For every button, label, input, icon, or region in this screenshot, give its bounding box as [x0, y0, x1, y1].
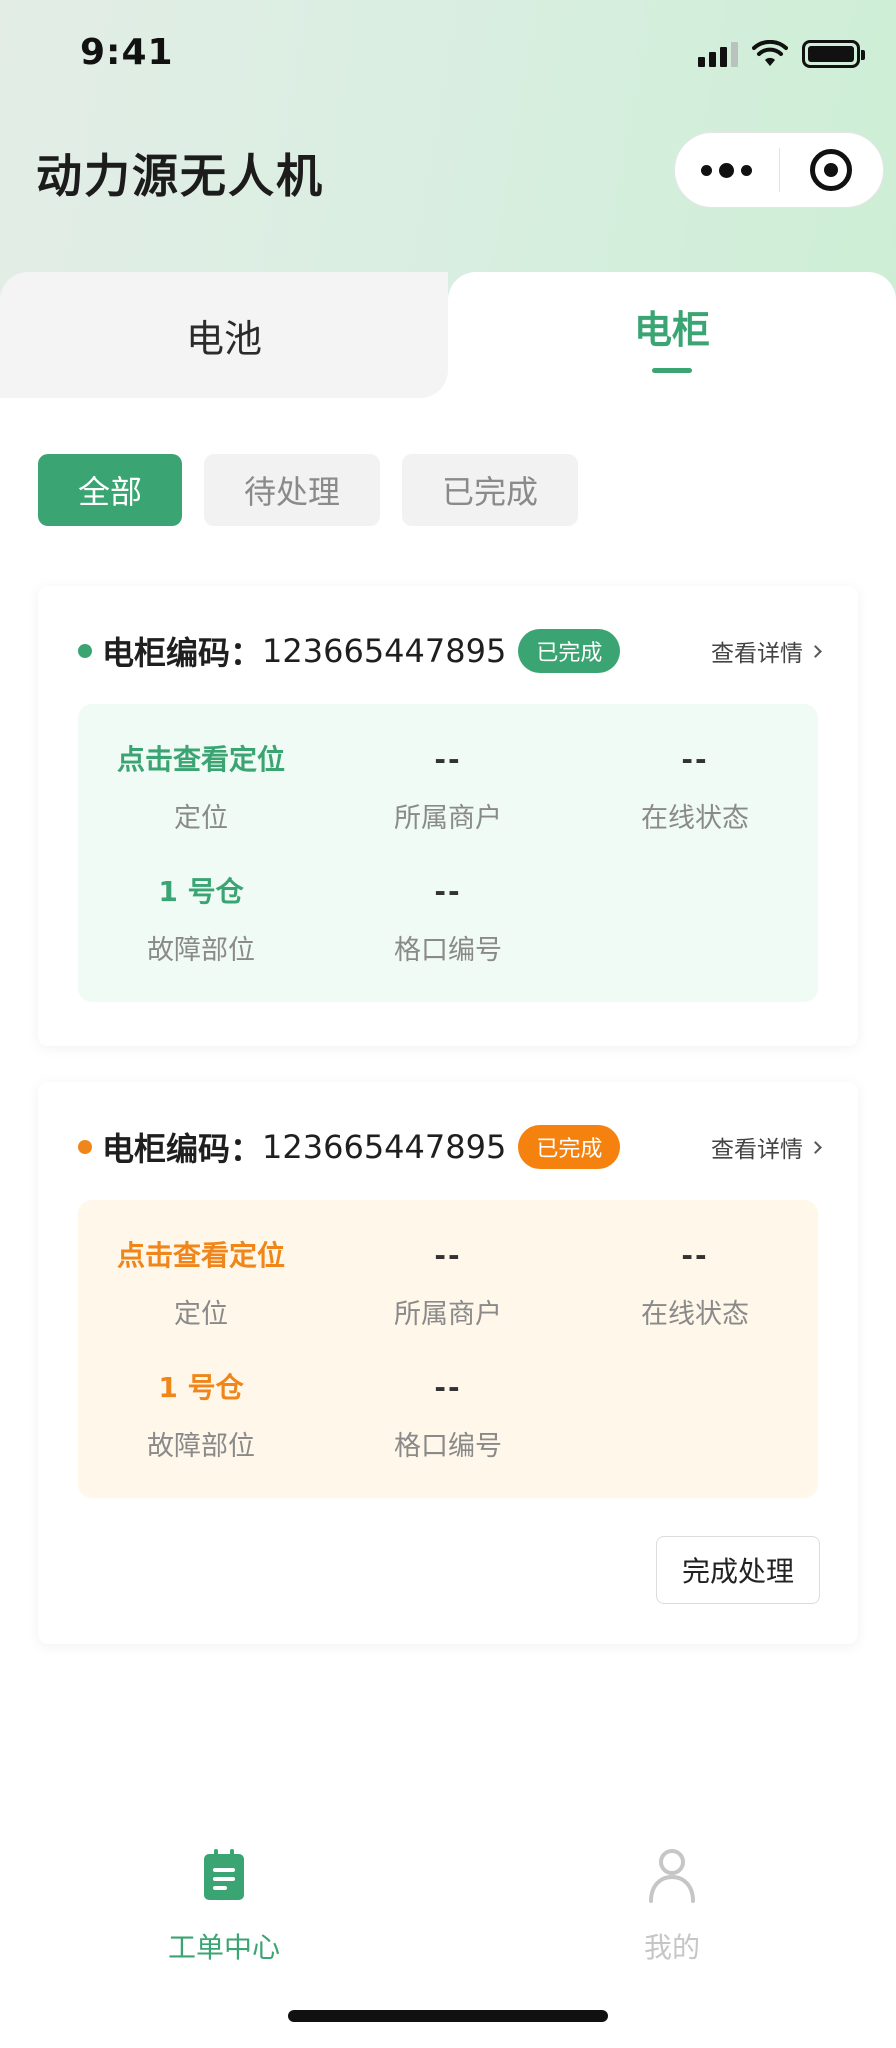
info-online-status: -- 在线状态	[572, 740, 818, 835]
info-slot-number: -- 格口编号	[325, 872, 571, 967]
slot-number-label: 格口编号	[394, 1431, 502, 1462]
info-online-status: -- 在线状态	[572, 1236, 818, 1331]
online-status-value: --	[681, 1239, 709, 1272]
view-details-label: 查看详情	[711, 1137, 803, 1163]
view-details-label: 查看详情	[711, 641, 803, 667]
category-tabs: 电池 电柜	[0, 272, 896, 400]
cabinet-code-label: 电柜编码：	[102, 634, 263, 672]
mini-program-capsule	[674, 132, 884, 208]
info-slot-number: -- 格口编号	[325, 1368, 571, 1463]
more-dots-icon	[701, 162, 753, 178]
cabinet-code: 电柜编码： 123665447895 已完成	[102, 628, 621, 674]
tab-cabinet[interactable]: 电柜	[448, 272, 896, 400]
complete-processing-button[interactable]: 完成处理	[656, 1536, 820, 1604]
filter-pending[interactable]: 待处理	[204, 454, 380, 526]
merchant-label: 所属商户	[394, 1299, 502, 1330]
tab-mine-label: 我的	[643, 1931, 700, 1964]
info-merchant: -- 所属商户	[325, 740, 571, 835]
slot-number-label: 格口编号	[394, 935, 502, 966]
info-location[interactable]: 点击查看定位 定位	[78, 1236, 324, 1331]
main-content: 全部 待处理 已完成 电柜编码： 123665447895 已完成 查看详情 点…	[0, 400, 896, 1800]
online-status-label: 在线状态	[641, 1299, 749, 1330]
online-status-value: --	[681, 743, 709, 776]
cellular-signal-icon	[698, 41, 738, 67]
app-title: 动力源无人机	[36, 149, 324, 203]
clipboard-icon	[204, 1849, 244, 1900]
close-miniprogram-button[interactable]	[780, 149, 884, 191]
wifi-icon	[752, 40, 788, 66]
work-order-card: 电柜编码： 123665447895 已完成 查看详情 点击查看定位 定位 --…	[38, 1082, 858, 1644]
slot-number-value: --	[434, 875, 462, 908]
fault-part-label: 故障部位	[147, 935, 255, 966]
merchant-value: --	[434, 743, 462, 776]
target-icon	[810, 149, 853, 191]
info-location[interactable]: 点击查看定位 定位	[78, 740, 324, 835]
cabinet-code-value: 123665447895	[262, 1128, 507, 1166]
card-header: 电柜编码： 123665447895 已完成 查看详情	[38, 1112, 858, 1182]
merchant-value: --	[434, 1239, 462, 1272]
status-dot	[78, 644, 92, 658]
card-info-panel: 点击查看定位 定位 -- 所属商户 -- 在线状态 1 号仓 故障部位 -- 格…	[78, 1200, 818, 1498]
card-header: 电柜编码： 123665447895 已完成 查看详情	[38, 616, 858, 686]
person-icon	[649, 1849, 695, 1903]
work-order-card: 电柜编码： 123665447895 已完成 查看详情 点击查看定位 定位 --…	[38, 586, 858, 1046]
cabinet-code-value: 123665447895	[262, 632, 507, 670]
cabinet-code-label: 电柜编码：	[102, 1130, 263, 1168]
active-tab-indicator	[652, 368, 692, 373]
status-time: 9:41	[80, 32, 174, 73]
card-info-panel: 点击查看定位 定位 -- 所属商户 -- 在线状态 1 号仓 故障部位 -- 格…	[78, 704, 818, 1002]
tab-battery[interactable]: 电池	[0, 272, 448, 398]
chevron-right-icon	[809, 644, 822, 658]
tab-work-order-center-label: 工单中心	[167, 1931, 280, 1964]
more-options-button[interactable]	[675, 162, 779, 178]
info-merchant: -- 所属商户	[325, 1236, 571, 1331]
location-label: 定位	[174, 1299, 228, 1330]
location-value[interactable]: 点击查看定位	[78, 740, 324, 780]
fault-part-value: 1 号仓	[158, 875, 244, 908]
status-dot	[78, 1140, 92, 1154]
home-indicator	[288, 2010, 608, 2022]
battery-icon	[802, 40, 865, 68]
chevron-right-icon	[809, 1140, 822, 1154]
status-bar: 9:41	[0, 0, 896, 110]
location-label: 定位	[174, 803, 228, 834]
fault-part-label: 故障部位	[147, 1431, 255, 1462]
status-filters: 全部 待处理 已完成	[38, 454, 578, 526]
tab-work-order-center[interactable]: 工单中心	[0, 1840, 448, 1966]
view-details-link[interactable]: 查看详情	[711, 634, 822, 668]
tab-cabinet-label: 电柜	[633, 308, 710, 352]
slot-number-value: --	[434, 1371, 462, 1404]
fault-part-value: 1 号仓	[158, 1371, 244, 1404]
info-fault-part: 1 号仓 故障部位	[78, 1368, 324, 1463]
status-badge: 已完成	[518, 1125, 621, 1169]
filter-completed[interactable]: 已完成	[402, 454, 578, 526]
cabinet-code: 电柜编码： 123665447895 已完成	[102, 1124, 621, 1170]
info-fault-part: 1 号仓 故障部位	[78, 872, 324, 967]
view-details-link[interactable]: 查看详情	[711, 1130, 822, 1164]
location-value[interactable]: 点击查看定位	[78, 1236, 324, 1276]
merchant-label: 所属商户	[394, 803, 502, 834]
tab-mine[interactable]: 我的	[448, 1840, 896, 1966]
status-badge: 已完成	[518, 629, 621, 673]
online-status-label: 在线状态	[641, 803, 749, 834]
filter-all[interactable]: 全部	[38, 454, 182, 526]
